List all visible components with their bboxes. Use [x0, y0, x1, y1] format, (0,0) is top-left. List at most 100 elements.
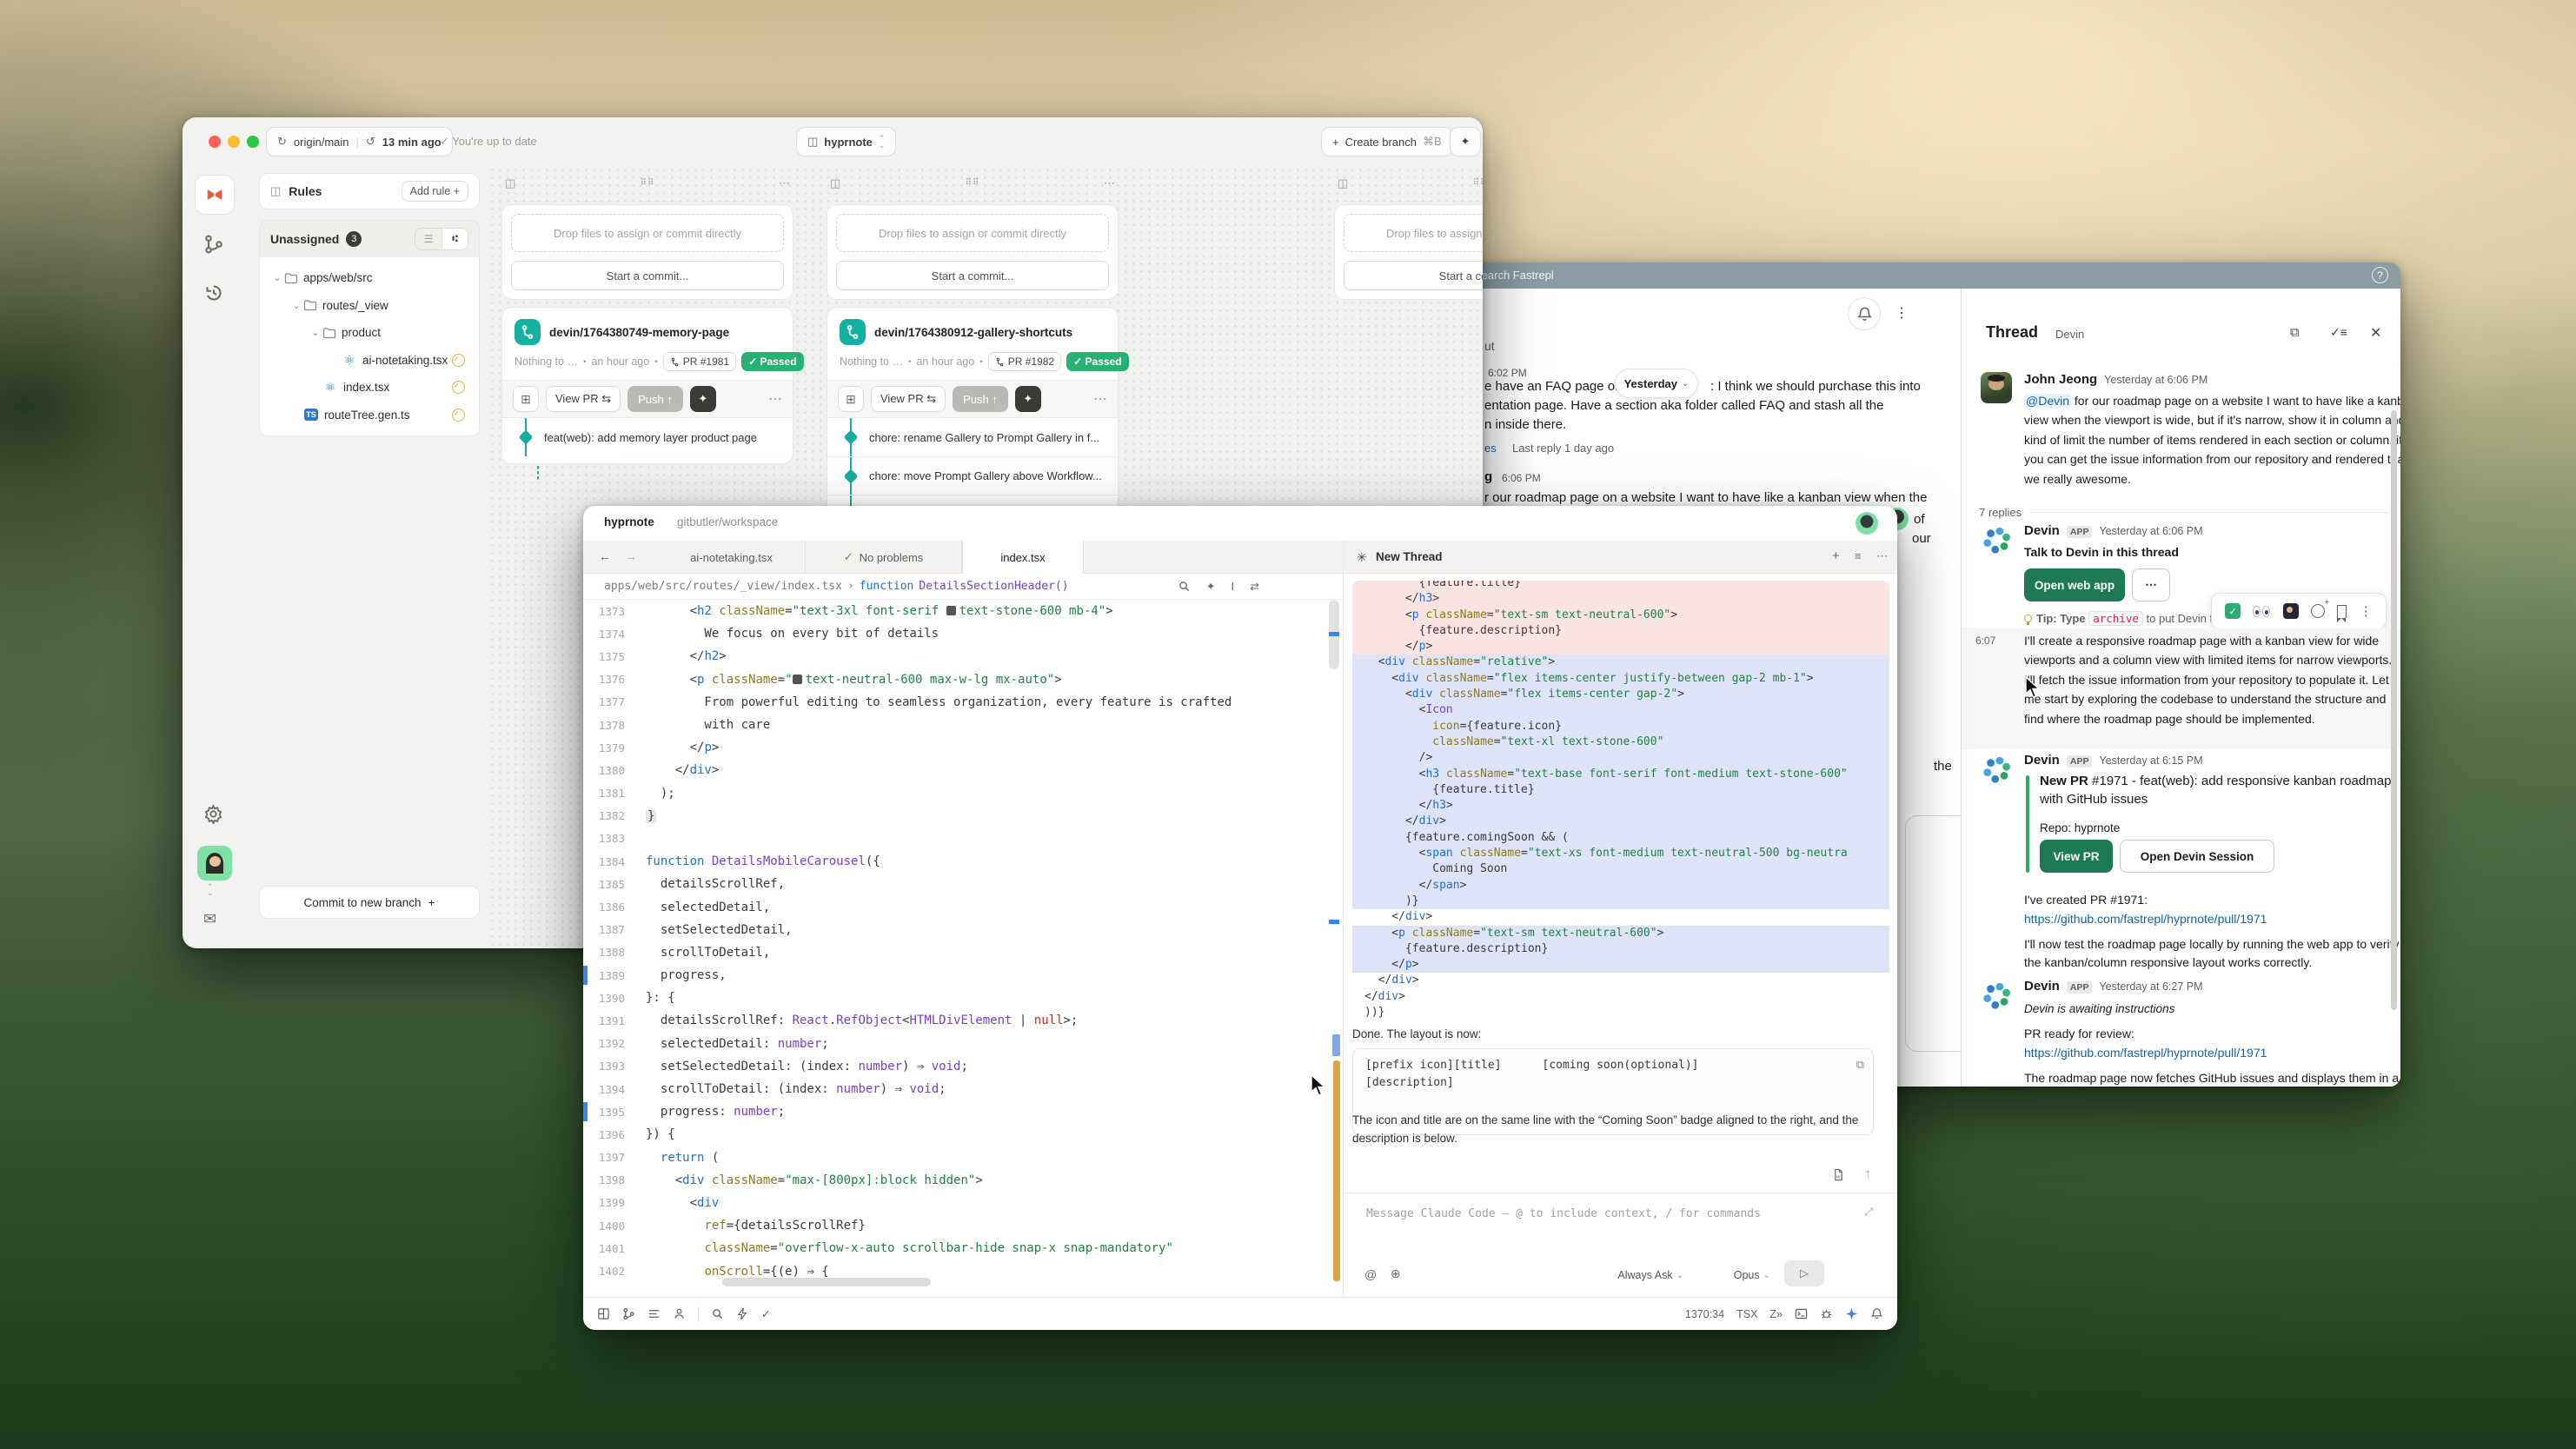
devin-avatar[interactable]	[1981, 980, 2012, 1012]
code-line[interactable]: 1395 progress: number;	[583, 1100, 1343, 1123]
notifications-bell-icon[interactable]	[1848, 297, 1881, 330]
breadcrumb[interactable]: apps/web/src/routes/_view/index.tsx› fun…	[583, 574, 1343, 600]
code-line[interactable]: 1391 detailsScrollRef: React.RefObject<H…	[583, 1009, 1343, 1032]
collab-icon[interactable]	[673, 1307, 686, 1320]
view-pr-button[interactable]: View PR ⇆	[546, 386, 621, 412]
code-line[interactable]: 1397 return (	[583, 1147, 1343, 1169]
tab-no-problems[interactable]: ✓No problems	[806, 541, 962, 574]
add-rule-button[interactable]: Add rule +	[402, 181, 468, 202]
drop-zone[interactable]: Drop files to assign or commit directly	[836, 214, 1109, 252]
tab-index-tsx[interactable]: index.tsx	[962, 541, 1084, 574]
close-icon[interactable]: ✕	[2370, 324, 2381, 342]
view-toggle[interactable]: ☰ ⑆	[415, 228, 468, 250]
ai-button[interactable]: ✦	[1015, 386, 1041, 412]
more-actions-button[interactable]: ⋯	[2132, 568, 2170, 602]
code-line[interactable]: 1398 <div className="max-[800px]:block h…	[583, 1169, 1343, 1192]
code-line[interactable]: 1380 </div>	[583, 759, 1343, 781]
nav-back-icon[interactable]: ←	[599, 549, 611, 563]
assign-button[interactable]: ⊞	[513, 386, 539, 412]
lane-menu-icon[interactable]: ⋯	[1104, 176, 1115, 190]
send-button[interactable]: ▷	[1784, 1260, 1824, 1286]
commit-to-new-branch-button[interactable]: Commit to new branch+	[259, 886, 480, 919]
code-line[interactable]: 1390}: {	[583, 987, 1343, 1009]
author-name[interactable]: Devin	[2024, 523, 2060, 538]
author-name[interactable]: Devin	[2024, 753, 2060, 768]
list-view-icon[interactable]: ☰	[415, 229, 442, 249]
open-web-app-button[interactable]: Open web app	[2024, 568, 2125, 602]
notifications-icon[interactable]	[1870, 1307, 1883, 1320]
assign-button[interactable]: ⊞	[838, 386, 864, 412]
branches-nav-icon[interactable]	[203, 234, 226, 256]
open-in-window-icon[interactable]: ⧉	[2290, 325, 2300, 340]
channel-menu-icon[interactable]: ⋮	[1895, 304, 1909, 322]
push-button[interactable]: Push ↑	[627, 386, 683, 412]
copilot-icon[interactable]	[1845, 1307, 1858, 1320]
view-pr-button[interactable]: View PR	[2040, 840, 2113, 873]
debug-icon[interactable]	[1820, 1307, 1833, 1320]
lane-drag-handle[interactable]: ⠿⠿	[641, 178, 655, 188]
save-bookmark-icon[interactable]	[2337, 605, 2347, 618]
ci-status-badge[interactable]: ✓ Passed	[741, 352, 803, 371]
composer-input[interactable]: Message Claude Code — @ to include conte…	[1366, 1207, 1761, 1220]
code-line[interactable]: 1394 scrollToDetail: (index: number) ⇒ v…	[583, 1078, 1343, 1100]
date-divider-pill[interactable]: Yesterday⌄	[1615, 369, 1698, 398]
pr-badge[interactable]: PR #1981	[663, 352, 736, 371]
check-reaction-icon[interactable]: ✓	[2225, 603, 2241, 619]
drop-zone[interactable]: Drop files to assign or commit directly	[1344, 214, 1483, 252]
eyes-reaction-icon[interactable]	[2253, 606, 2270, 617]
code-line[interactable]: 1399 <div	[583, 1192, 1343, 1214]
actions-icon[interactable]	[736, 1307, 749, 1320]
code-line[interactable]: 1401 className="overflow-x-auto scrollba…	[583, 1237, 1343, 1260]
start-commit-button[interactable]: Start a commit...	[511, 261, 784, 290]
settings-gear-icon[interactable]	[203, 804, 226, 827]
thread-scrollbar[interactable]	[2391, 410, 2397, 1010]
cursor-mode-icon[interactable]: I	[1231, 580, 1234, 594]
code-line[interactable]: 1378 with care	[583, 714, 1343, 736]
lane-collapse-icon[interactable]: ◫	[505, 176, 515, 190]
search-input[interactable]: Search Fastrepl	[1474, 269, 1554, 282]
minimize-traffic-light[interactable]	[228, 136, 240, 148]
composer[interactable]: Message Claude Code — @ to include conte…	[1344, 1193, 1897, 1297]
outline-icon[interactable]	[647, 1307, 661, 1320]
sync-status-pill[interactable]: ↻origin/main |↺13 min ago	[266, 127, 453, 156]
code-line[interactable]: 1382}	[583, 805, 1343, 828]
message-time[interactable]: Yesterday at 6:06 PM	[2104, 374, 2208, 386]
lane-drag-handle[interactable]: ⠿⠿	[966, 178, 980, 188]
nav-forward-icon[interactable]: →	[625, 549, 637, 563]
markdown-file-icon[interactable]: MD	[1832, 1168, 1845, 1186]
tree-item[interactable]: ⚛ai-notetaking.tsx	[263, 347, 475, 375]
cursor-position[interactable]: 1370:34	[1685, 1308, 1724, 1320]
code-line[interactable]: 1376 <p className="text-neutral-600 max-…	[583, 668, 1343, 691]
code-line[interactable]: 1377 From powerful editing to seamless o…	[583, 691, 1343, 714]
thread-settings-icon[interactable]: ✓≡	[2330, 325, 2347, 340]
search-status-icon[interactable]	[711, 1307, 724, 1320]
tree-item[interactable]: ⌄apps/web/src	[263, 264, 475, 292]
create-branch-button[interactable]: +Create branch⌘B	[1321, 127, 1453, 156]
user-avatar[interactable]	[197, 846, 232, 881]
code-line[interactable]: 1396}) {	[583, 1123, 1343, 1146]
layout-icon[interactable]	[597, 1307, 610, 1320]
branch-menu-icon[interactable]: ⋯	[768, 390, 782, 408]
thread-channel[interactable]: Devin	[2055, 328, 2084, 341]
lane-collapse-icon[interactable]: ◫	[1338, 176, 1348, 190]
close-traffic-light[interactable]	[209, 136, 221, 148]
branch-menu-icon[interactable]: ⋯	[1093, 390, 1107, 408]
start-commit-button[interactable]: Start a commit...	[836, 261, 1109, 290]
devin-avatar[interactable]	[1981, 525, 2012, 556]
code-line[interactable]: 1388 scrollToDetail,	[583, 941, 1343, 964]
pr-badge[interactable]: PR #1982	[988, 352, 1061, 371]
slack-search-bar[interactable]: Search Fastrepl ?	[1391, 263, 2400, 289]
context-target-icon[interactable]: ⊕	[1391, 1266, 1401, 1281]
author-name[interactable]: John Jeong	[2024, 372, 2097, 387]
code-line[interactable]: 1379 </p>	[583, 736, 1343, 759]
drop-zone[interactable]: Drop files to assign or commit directly	[511, 214, 784, 252]
channel-tab-fragment[interactable]: ut	[1484, 339, 1495, 353]
commit-row[interactable]: chore: rename Gallery to Prompt Gallery …	[827, 418, 1118, 456]
code-line[interactable]: 1389 progress,	[583, 964, 1343, 987]
mention-icon[interactable]: @	[1364, 1267, 1377, 1281]
commit-row[interactable]: feat(web): add memory layer product page	[502, 418, 793, 456]
ci-status-badge[interactable]: ✓ Passed	[1066, 352, 1128, 371]
code-editor[interactable]: 1373 <h2 className="text-3xl font-serif …	[583, 600, 1343, 1278]
copy-icon[interactable]: ⧉	[1856, 1056, 1864, 1073]
more-icon[interactable]: ⋮	[2360, 603, 2373, 619]
